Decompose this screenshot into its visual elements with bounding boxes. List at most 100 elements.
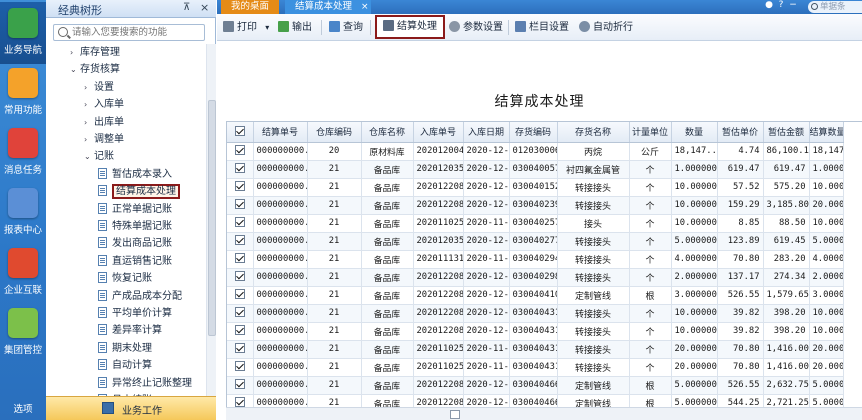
tree-node[interactable]: › 库存管理 xyxy=(70,44,120,61)
row-checkbox[interactable] xyxy=(234,307,245,317)
tree-node[interactable]: › 出库单 xyxy=(84,114,124,131)
chevron-right-icon[interactable]: › xyxy=(84,114,94,131)
help-icon[interactable]: ? xyxy=(775,0,787,10)
row-select-cell[interactable] xyxy=(227,268,254,287)
tree-node[interactable]: › 调整单 xyxy=(84,131,124,148)
row-select-cell[interactable] xyxy=(227,340,254,359)
row-checkbox[interactable] xyxy=(234,343,245,353)
table-row[interactable]: 000000000...21备品库2020122082020-12-310300… xyxy=(227,394,844,407)
tree-node[interactable]: 暂估成本录入 xyxy=(98,166,172,183)
column-header[interactable]: 仓库编码 xyxy=(307,122,362,143)
tree-node[interactable]: 发出商品记账 xyxy=(98,235,172,252)
row-checkbox[interactable] xyxy=(234,397,245,407)
row-select-cell[interactable] xyxy=(227,196,254,215)
row-select-cell[interactable] xyxy=(227,250,254,269)
row-checkbox[interactable] xyxy=(234,361,245,371)
rail-item[interactable]: 集团管控 xyxy=(0,302,46,364)
table-row[interactable]: 000000000...21备品库2020122082020-12-310300… xyxy=(227,196,844,215)
column-header[interactable]: 结算数量 xyxy=(809,122,844,143)
column-header[interactable]: 数量 xyxy=(671,122,718,143)
row-checkbox[interactable] xyxy=(234,253,245,263)
tree-node[interactable]: › 入库单 xyxy=(84,96,124,113)
column-settings-button[interactable]: 栏目设置 xyxy=(515,19,569,36)
settle-button[interactable]: 结算处理 xyxy=(375,15,445,39)
tree-node[interactable]: 异常终止记账整理 xyxy=(98,375,192,392)
options-button[interactable]: 选项 xyxy=(0,400,46,420)
row-select-cell[interactable] xyxy=(227,376,254,395)
table-row[interactable]: 000000000...21备品库2020110252020-11-090300… xyxy=(227,340,844,359)
column-header[interactable]: 入库单号 xyxy=(413,122,464,143)
table-row[interactable]: 000000000...21备品库2020111312020-11-230300… xyxy=(227,250,844,269)
row-checkbox[interactable] xyxy=(234,217,245,227)
tree-node[interactable]: 自动计算 xyxy=(98,357,152,374)
export-button[interactable]: 输出 xyxy=(278,19,312,36)
row-select-cell[interactable] xyxy=(227,232,254,251)
column-header[interactable]: 存货名称 xyxy=(557,122,630,143)
select-all-header[interactable] xyxy=(227,122,254,143)
horizontal-scrollbar[interactable] xyxy=(226,407,862,420)
chevron-down-icon[interactable]: ⌄ xyxy=(84,148,94,165)
tree-node[interactable]: 特殊单据记账 xyxy=(98,218,172,235)
tree-search-box[interactable] xyxy=(53,24,205,41)
tree-node[interactable]: 直运销售记账 xyxy=(98,253,172,270)
tree-scroll-thumb[interactable] xyxy=(208,100,216,336)
row-select-cell[interactable] xyxy=(227,214,254,233)
tree-search-input[interactable] xyxy=(72,26,200,39)
row-checkbox[interactable] xyxy=(234,271,245,281)
chevron-down-icon[interactable]: ⌄ xyxy=(70,61,80,78)
param-settings-button[interactable]: 参数设置 xyxy=(449,19,503,36)
tree-scrollbar[interactable] xyxy=(206,44,216,396)
table-row[interactable]: 000000000...21备品库2020122082020-12-310300… xyxy=(227,286,844,305)
table-row[interactable]: 000000000...21备品库2020122082020-12-310300… xyxy=(227,376,844,395)
table-row[interactable]: 000000000...21备品库2020120352020-12-070300… xyxy=(227,160,844,179)
tab-close-icon[interactable]: × xyxy=(361,0,369,14)
table-row[interactable]: 000000000...21备品库2020110252020-11-090300… xyxy=(227,214,844,233)
column-header[interactable]: 存货编码 xyxy=(509,122,558,143)
business-work-tab[interactable]: 业务工作 xyxy=(46,396,216,420)
row-checkbox[interactable] xyxy=(234,199,245,209)
status-dot-icon[interactable]: ● xyxy=(763,0,775,10)
row-select-cell[interactable] xyxy=(227,304,254,323)
tree-node[interactable]: ⌄ 存货核算 xyxy=(70,61,120,78)
row-select-cell[interactable] xyxy=(227,286,254,305)
row-checkbox[interactable] xyxy=(234,145,245,155)
chevron-right-icon[interactable]: › xyxy=(84,96,94,113)
auto-wrap-button[interactable]: 自动折行 xyxy=(579,19,633,36)
tree-node[interactable]: ⌄ 记账 xyxy=(84,148,114,165)
tree-node[interactable]: 正常单据记账 xyxy=(98,201,172,218)
rail-item[interactable]: 企业互联 xyxy=(0,242,46,304)
column-header[interactable]: 仓库名称 xyxy=(361,122,414,143)
rail-item[interactable]: 常用功能 xyxy=(0,62,46,124)
tree-node[interactable]: 期末处理 xyxy=(98,340,152,357)
tab-settlement-cost[interactable]: 结算成本处理 × xyxy=(285,0,371,14)
column-header[interactable]: 计量单位 xyxy=(629,122,672,143)
table-row[interactable]: 000000000...21备品库2020122082020-12-310300… xyxy=(227,268,844,287)
select-all-checkbox[interactable] xyxy=(234,125,245,136)
row-select-cell[interactable] xyxy=(227,178,254,197)
chevron-right-icon[interactable]: › xyxy=(70,44,80,61)
row-select-cell[interactable] xyxy=(227,142,254,161)
minimize-icon[interactable]: − xyxy=(787,0,799,10)
table-row[interactable]: 000000000...21备品库2020120352020-12-070300… xyxy=(227,232,844,251)
column-header[interactable]: 暂估单价 xyxy=(717,122,764,143)
horizontal-scroll-thumb[interactable] xyxy=(450,410,460,419)
pin-icon[interactable]: ⊼ xyxy=(183,2,190,13)
close-icon[interactable]: × xyxy=(200,1,209,14)
row-checkbox[interactable] xyxy=(234,163,245,173)
tree-node[interactable]: 平均单价计算 xyxy=(98,305,172,322)
rail-item[interactable]: 报表中心 xyxy=(0,182,46,244)
column-header[interactable]: 入库日期 xyxy=(463,122,510,143)
rail-item[interactable]: 消息任务 xyxy=(0,122,46,184)
row-checkbox[interactable] xyxy=(234,289,245,299)
chevron-right-icon[interactable]: › xyxy=(84,79,94,96)
tree-node[interactable]: 结算成本处理 xyxy=(98,183,180,200)
row-select-cell[interactable] xyxy=(227,358,254,377)
query-button[interactable]: 查询 xyxy=(329,19,363,36)
table-row[interactable]: 000000000...20原材料库2020120042020-12-31012… xyxy=(227,142,844,161)
table-row[interactable]: 000000000...21备品库2020122082020-12-310300… xyxy=(227,178,844,197)
print-button[interactable]: 打印 ▾ xyxy=(223,19,269,36)
tree-node[interactable]: 恢复记账 xyxy=(98,270,152,287)
tree-node[interactable]: 差异率计算 xyxy=(98,322,162,339)
row-checkbox[interactable] xyxy=(234,325,245,335)
column-header[interactable]: 暂估金额 xyxy=(763,122,810,143)
